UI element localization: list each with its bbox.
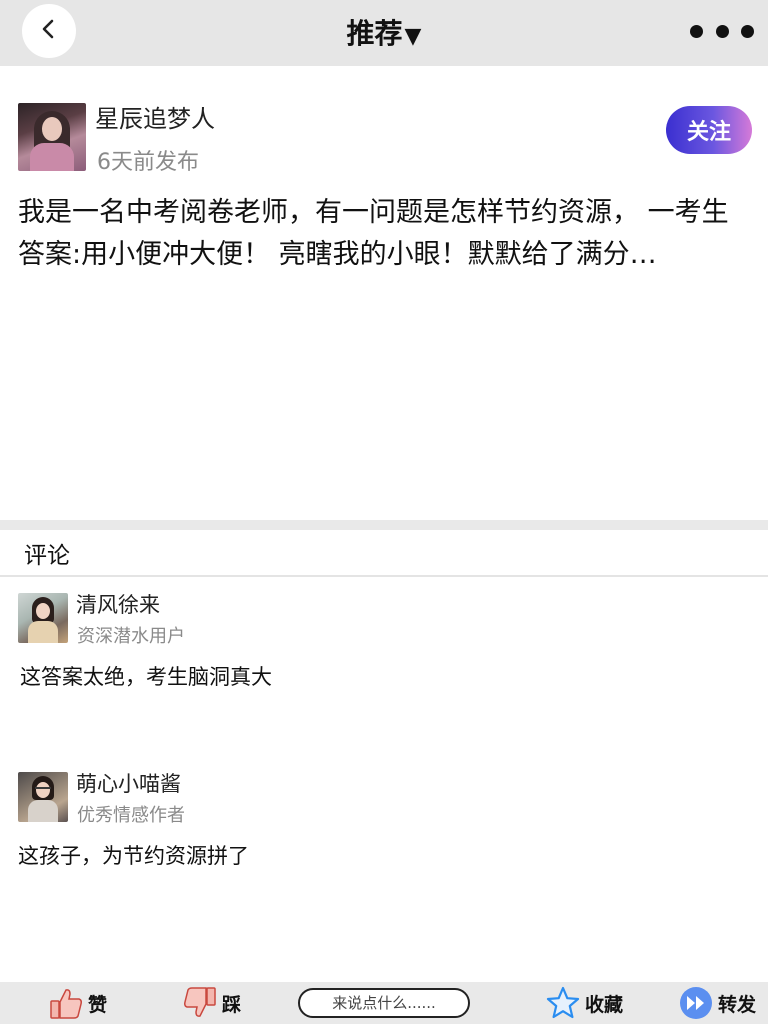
feed-selector[interactable]: 推荐▼ bbox=[0, 12, 768, 52]
bottom-toolbar: 赞 踩 来说点什么...... 收藏 转发 bbox=[0, 982, 768, 1024]
favorite-label: 收藏 bbox=[585, 993, 624, 1016]
caret-down-icon: ▼ bbox=[404, 24, 422, 49]
comments-heading: 评论 bbox=[24, 543, 70, 569]
favorite-button[interactable]: 收藏 bbox=[545, 984, 623, 1022]
forward-icon bbox=[678, 985, 714, 1021]
commenter-title: 资深潜水用户 bbox=[77, 626, 185, 647]
commenter-title: 优秀情感作者 bbox=[77, 805, 185, 826]
post-body-text: 我是一名中考阅卷老师，有一问题是怎样节约资源， 一考生答案:用小便冲大便！ 亮瞎… bbox=[18, 197, 729, 270]
dislike-button[interactable]: 踩 bbox=[182, 984, 241, 1022]
commenter-avatar[interactable] bbox=[18, 593, 68, 643]
thumbs-up-icon bbox=[48, 985, 84, 1021]
commenter-name[interactable]: 萌心小喵酱 bbox=[76, 768, 181, 798]
like-label: 赞 bbox=[88, 993, 108, 1016]
commenter-avatar[interactable] bbox=[18, 772, 68, 822]
section-divider bbox=[0, 520, 768, 530]
star-icon bbox=[545, 985, 581, 1021]
page: 推荐▼ 星辰追梦人 6天前发布 关注 我是一名中考阅卷老师，有一问题是怎样节约资… bbox=[0, 0, 768, 1024]
author-name[interactable]: 星辰追梦人 bbox=[95, 99, 215, 134]
commenter-name[interactable]: 清风徐来 bbox=[76, 589, 160, 619]
more-dots-icon bbox=[715, 24, 729, 38]
share-label: 转发 bbox=[718, 993, 757, 1016]
more-button[interactable] bbox=[690, 20, 754, 42]
more-dots-icon bbox=[690, 24, 703, 38]
comments-divider bbox=[0, 575, 768, 577]
comment-input[interactable]: 来说点什么...... bbox=[298, 988, 470, 1018]
like-button[interactable]: 赞 bbox=[48, 984, 107, 1022]
share-button[interactable]: 转发 bbox=[678, 984, 756, 1022]
thumbs-down-icon bbox=[182, 985, 218, 1021]
page-title: 推荐 bbox=[346, 17, 403, 50]
dislike-label: 踩 bbox=[222, 993, 242, 1016]
more-dots-icon bbox=[741, 24, 754, 38]
comment-text: 这孩子，为节约资源拼了 bbox=[18, 844, 249, 868]
follow-button[interactable]: 关注 bbox=[666, 106, 752, 154]
author-avatar[interactable] bbox=[18, 103, 86, 171]
top-navbar: 推荐▼ bbox=[0, 0, 768, 66]
post-timestamp: 6天前发布 bbox=[97, 150, 199, 175]
comment-text: 这答案太绝，考生脑洞真大 bbox=[20, 665, 272, 689]
